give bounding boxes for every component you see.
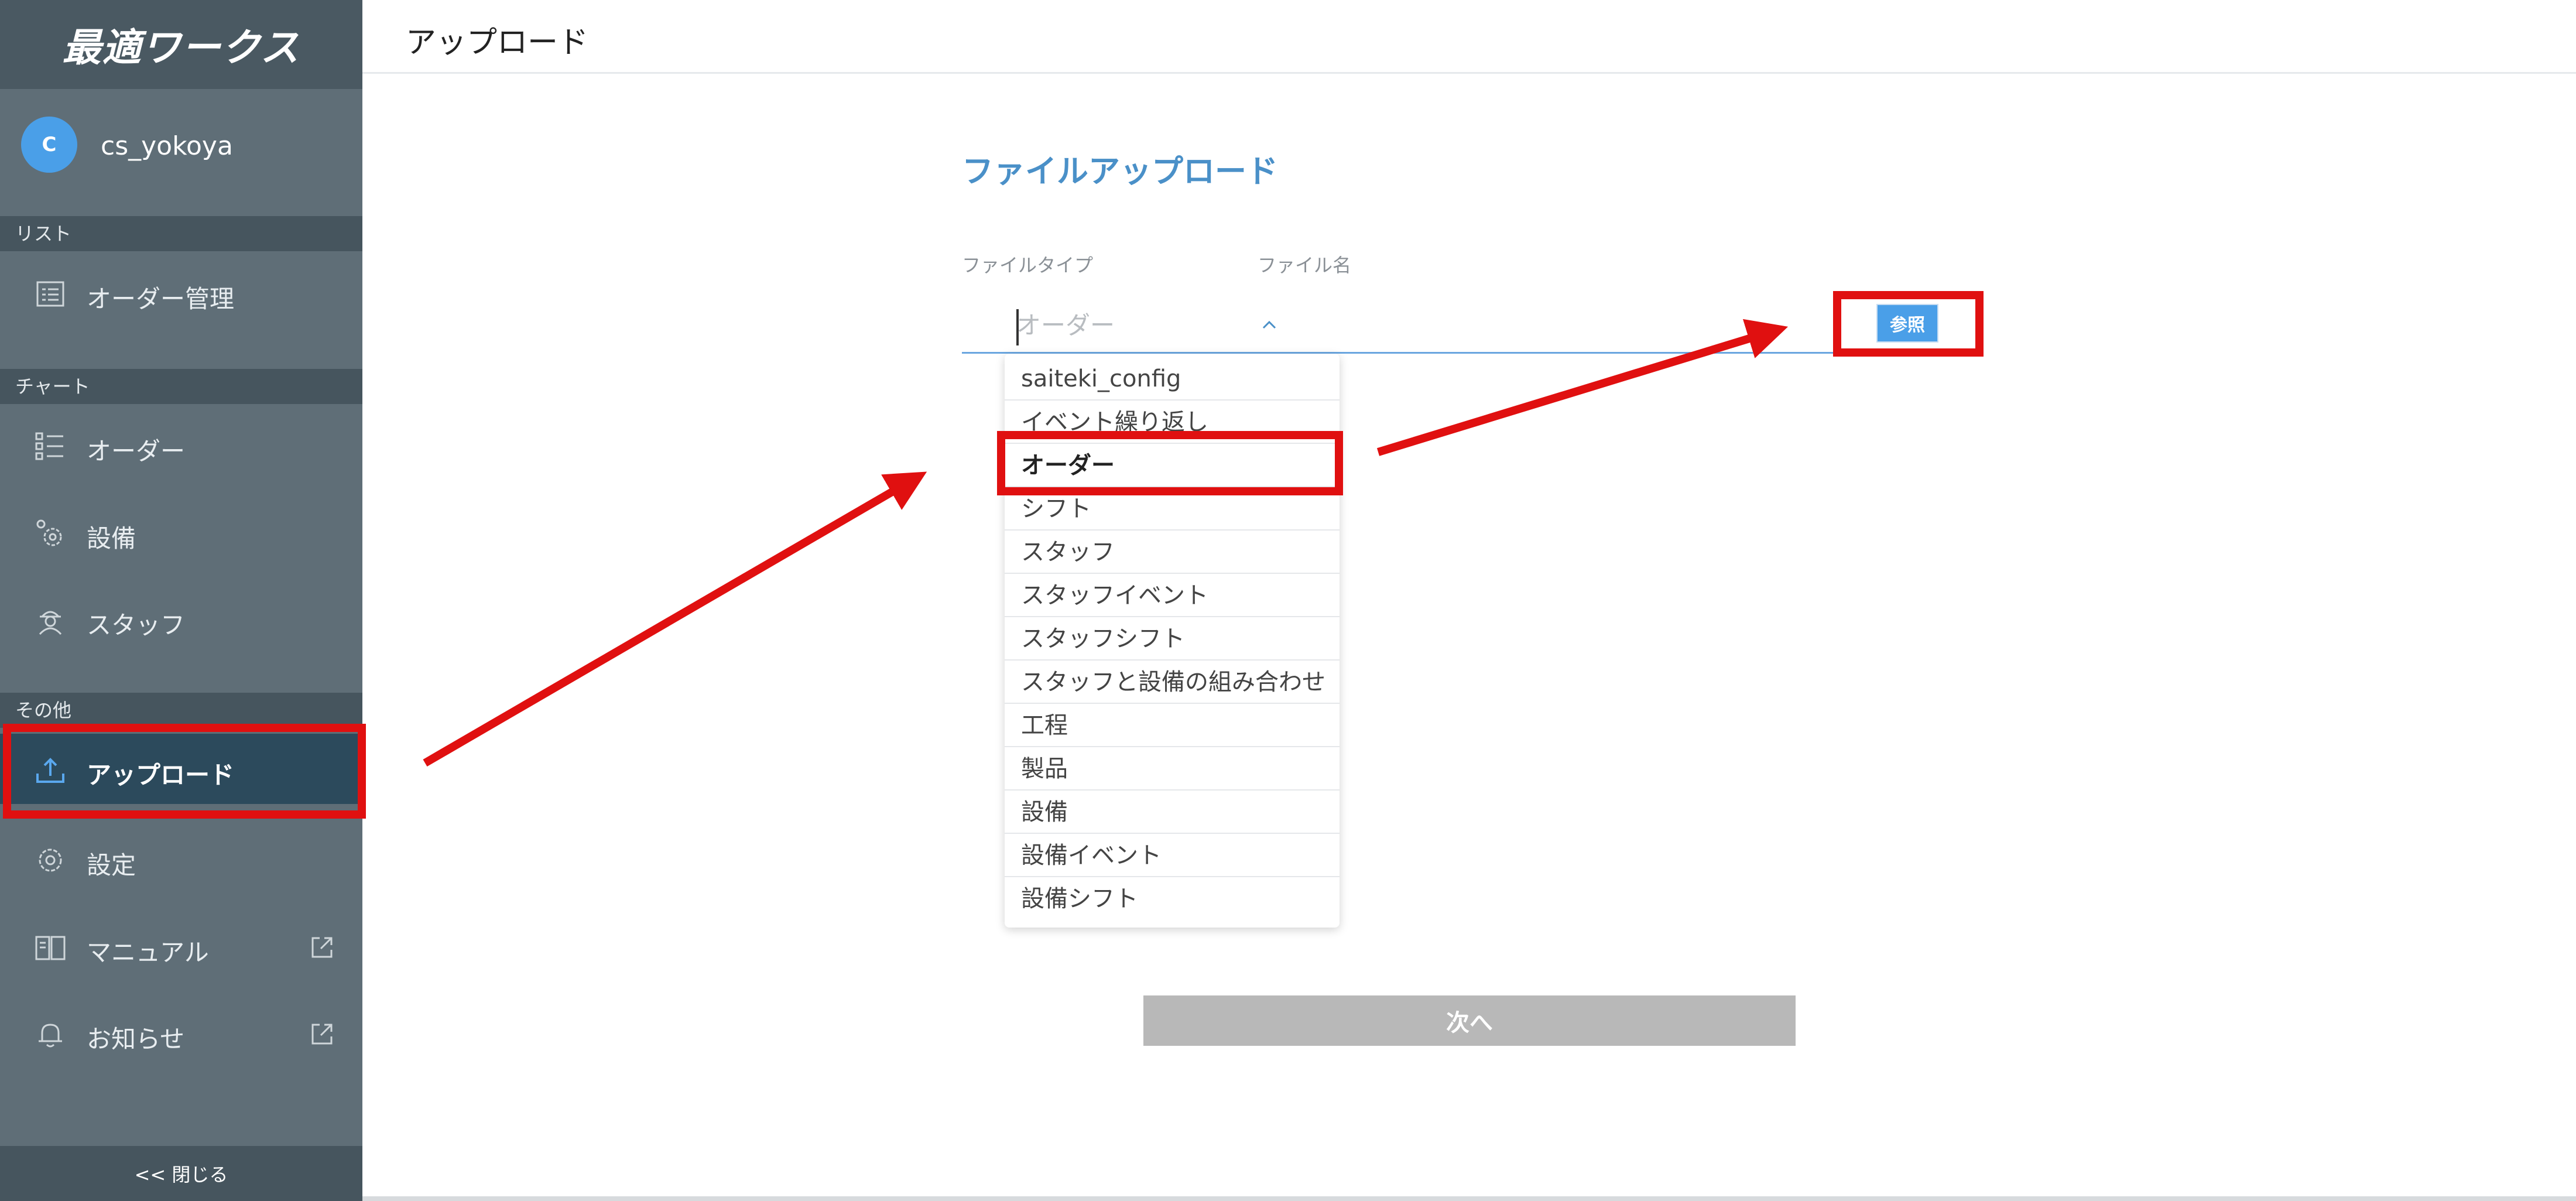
highlight-browse-button — [1833, 291, 1984, 357]
bell-icon — [39, 1024, 62, 1048]
highlight-order-option — [997, 431, 1343, 495]
dropdown-option[interactable]: 製品 — [1005, 747, 1340, 791]
worker-icon — [39, 611, 62, 635]
dropdown-option[interactable]: スタッフシフト — [1005, 617, 1340, 661]
dropdown-option[interactable]: 設備シフト — [1005, 877, 1340, 921]
bullet-list-icon — [35, 432, 63, 460]
dropdown-option[interactable]: 工程 — [1005, 704, 1340, 747]
external-link-icon — [311, 937, 333, 958]
dropdown-option[interactable]: saiteki_config — [1005, 357, 1340, 401]
dropdown-option[interactable]: 設備イベント — [1005, 834, 1340, 877]
dropdown-option[interactable]: スタッフ — [1005, 531, 1340, 574]
file-name-label: ファイル名 — [1258, 254, 1352, 276]
page-header: アップロード — [362, 0, 2576, 74]
gears-icon — [36, 519, 62, 546]
sidebar-item-label: 設定 — [87, 851, 136, 880]
page-title: アップロード — [406, 25, 589, 60]
list-icon — [36, 281, 64, 307]
dropdown-option[interactable]: 設備 — [1005, 791, 1340, 834]
sidebar-item-equipment[interactable]: 設備 — [0, 497, 362, 567]
dropdown-option[interactable]: スタッフと設備の組み合わせ — [1005, 661, 1340, 704]
text-cursor — [1016, 309, 1019, 345]
section-label-list: リスト — [0, 216, 362, 251]
highlight-upload-nav — [3, 724, 366, 819]
sidebar-item-label: 設備 — [87, 524, 136, 553]
sidebar-item-label: オーダー — [87, 437, 186, 466]
username: cs_yokoya — [101, 131, 233, 161]
sidebar-item-label: マニュアル — [87, 938, 209, 967]
avatar: C — [21, 117, 77, 173]
sidebar-item-manual[interactable]: マニュアル — [0, 911, 362, 981]
sidebar-item-order-management[interactable]: オーダー管理 — [0, 258, 362, 328]
sidebar-item-label: お知らせ — [87, 1025, 185, 1053]
chevron-up-icon[interactable] — [1259, 314, 1280, 335]
dropdown-option[interactable]: スタッフイベント — [1005, 574, 1340, 617]
section-label-chart: チャート — [0, 369, 362, 404]
user-profile[interactable]: C cs_yokoya — [0, 89, 362, 216]
upload-section-title: ファイルアップロード — [962, 153, 1278, 190]
file-type-placeholder: オーダー — [1016, 311, 1115, 340]
file-type-label: ファイルタイプ — [962, 254, 1094, 276]
section-label-other: その他 — [0, 693, 362, 728]
sidebar-item-settings[interactable]: 設定 — [0, 824, 362, 894]
sidebar-item-label: オーダー管理 — [87, 285, 235, 313]
arrow-upload-to-option — [423, 471, 927, 767]
brand-text: 最適ワークス — [62, 25, 300, 70]
sidebar-item-staff[interactable]: スタッフ — [0, 584, 362, 654]
external-link-icon — [311, 1024, 333, 1045]
sidebar: 最適ワークス C cs_yokoya リスト オーダー管理 チャート オーダー — [0, 0, 362, 1201]
book-icon — [35, 936, 66, 960]
sidebar-item-label: スタッフ — [87, 611, 186, 639]
brand-logo[interactable]: 最適ワークス — [0, 0, 362, 89]
sidebar-item-news[interactable]: お知らせ — [0, 998, 362, 1068]
bottom-divider — [362, 1196, 2576, 1201]
gear-icon — [39, 848, 62, 872]
sidebar-item-order[interactable]: オーダー — [0, 410, 362, 480]
next-button[interactable]: 次へ — [1143, 995, 1796, 1046]
collapse-sidebar-button[interactable]: << 閉じる — [0, 1146, 362, 1201]
